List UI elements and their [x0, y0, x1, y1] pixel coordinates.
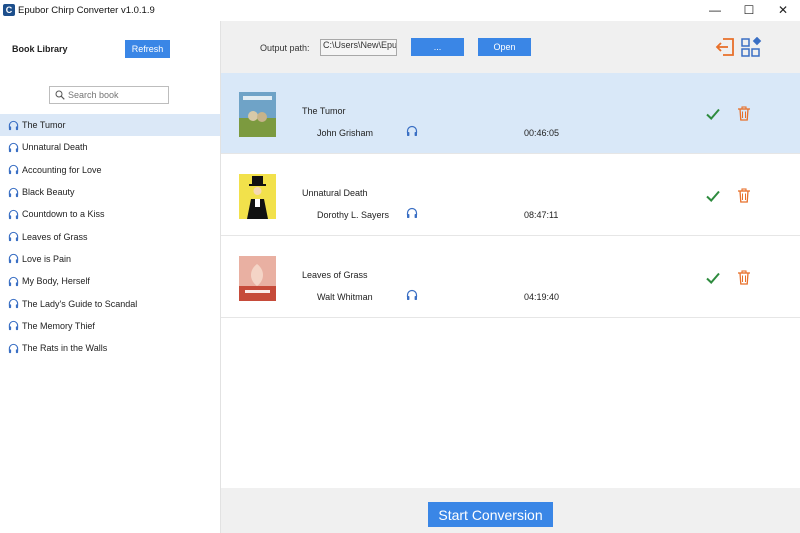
title-bar: C Epubor Chirp Converter v1.0.1.9 — ☐ ✕ [0, 0, 800, 21]
queue-book-duration: 08:47:11 [524, 210, 559, 220]
book-list-item-label: The Memory Thief [22, 320, 95, 331]
queue-book-author: Dorothy L. Sayers [317, 210, 390, 220]
book-list-item-label: The Lady's Guide to Scandal [22, 298, 138, 309]
start-conversion-button[interactable]: Start Conversion [428, 502, 553, 527]
book-list-item[interactable]: Leaves of Grass [0, 225, 220, 247]
trash-icon[interactable] [737, 188, 751, 203]
window-title: Epubor Chirp Converter v1.0.1.9 [18, 5, 155, 16]
book-list-item[interactable]: The Rats in the Walls [0, 337, 220, 359]
maximize-button[interactable]: ☐ [732, 0, 766, 21]
checkmark-icon[interactable] [705, 106, 721, 122]
queue-row[interactable]: Unnatural Death Dorothy L. Sayers 08:47:11 [221, 155, 800, 236]
book-list-item[interactable]: Unnatural Death [0, 136, 220, 158]
queue-book-author: Walt Whitman [317, 292, 373, 302]
book-list-item-label: Unnatural Death [22, 142, 88, 153]
refresh-button[interactable]: Refresh [125, 40, 170, 58]
book-list-item[interactable]: Countdown to a Kiss [0, 203, 220, 225]
conversion-queue: The Tumor John Grisham 00:46:05 Unnatural D… [221, 73, 800, 488]
checkmark-icon[interactable] [705, 188, 721, 204]
headphones-icon [8, 187, 19, 197]
headphones-icon [8, 165, 19, 175]
app-logo-icon: C [3, 4, 15, 16]
output-path-label: Output path: [260, 43, 310, 53]
book-list-item[interactable]: Black Beauty [0, 181, 220, 203]
trash-icon[interactable] [737, 106, 751, 121]
book-list-item-label: Leaves of Grass [22, 231, 88, 242]
book-list-item[interactable]: Accounting for Love [0, 159, 220, 181]
export-icon[interactable] [715, 37, 735, 57]
search-box[interactable] [49, 86, 169, 104]
book-list-item-label: My Body, Herself [22, 276, 90, 287]
book-list-item-label: Accounting for Love [22, 164, 102, 175]
queue-book-title: The Tumor [302, 106, 346, 116]
book-list: The Tumor Unnatural Death Accounting for L… [0, 114, 220, 359]
library-title: Book Library [12, 44, 68, 54]
headphones-icon [8, 142, 19, 153]
queue-row[interactable]: The Tumor John Grisham 00:46:05 [221, 73, 800, 154]
open-folder-button[interactable]: Open [478, 38, 531, 56]
search-icon [55, 90, 65, 100]
book-list-item[interactable]: The Memory Thief [0, 315, 220, 337]
book-list-item-label: Black Beauty [22, 187, 75, 198]
headphones-icon [8, 209, 19, 219]
trash-icon[interactable] [737, 270, 751, 285]
headphones-icon [8, 321, 19, 331]
footer-bar: Start Conversion [221, 488, 800, 533]
book-library-sidebar: Book Library Refresh The Tumor Unnatural … [0, 21, 221, 533]
book-list-item[interactable]: Love is Pain [0, 248, 220, 270]
output-toolbar: Output path: C:\Users\New\Epul ... Open [221, 21, 800, 73]
browse-button[interactable]: ... [411, 38, 464, 56]
checkmark-icon[interactable] [705, 270, 721, 286]
search-input[interactable] [68, 88, 166, 102]
queue-row[interactable]: Leaves of Grass Walt Whitman 04:19:40 [221, 237, 800, 318]
close-button[interactable]: ✕ [766, 0, 800, 21]
headphones-icon [8, 343, 19, 353]
output-path-field[interactable]: C:\Users\New\Epul [320, 39, 397, 56]
book-list-item-label: Love is Pain [22, 253, 72, 264]
headphones-icon [8, 254, 19, 264]
headphones-icon [406, 289, 418, 300]
queue-book-duration: 04:19:40 [524, 292, 560, 302]
headphones-icon [8, 231, 19, 242]
queue-book-duration: 00:46:05 [524, 128, 560, 138]
layout-grid-icon[interactable] [741, 37, 762, 57]
headphones-icon [406, 125, 418, 136]
book-list-item-label: The Tumor [22, 120, 66, 131]
book-list-item-label: The Rats in the Walls [22, 343, 108, 354]
headphones-icon [8, 120, 19, 130]
queue-book-title: Unnatural Death [302, 188, 368, 198]
book-list-item[interactable]: The Lady's Guide to Scandal [0, 292, 220, 314]
book-list-item-label: Countdown to a Kiss [22, 209, 105, 220]
queue-book-author: John Grisham [317, 128, 374, 138]
headphones-icon [406, 207, 418, 218]
queue-book-title: Leaves of Grass [302, 270, 368, 280]
book-cover-image [239, 174, 276, 219]
book-list-item[interactable]: My Body, Herself [0, 270, 220, 292]
minimize-button[interactable]: — [698, 0, 732, 21]
headphones-icon [8, 298, 19, 309]
book-cover-image [239, 256, 276, 301]
book-list-item[interactable]: The Tumor [0, 114, 220, 137]
headphones-icon [8, 276, 19, 286]
book-cover-image [239, 92, 276, 137]
